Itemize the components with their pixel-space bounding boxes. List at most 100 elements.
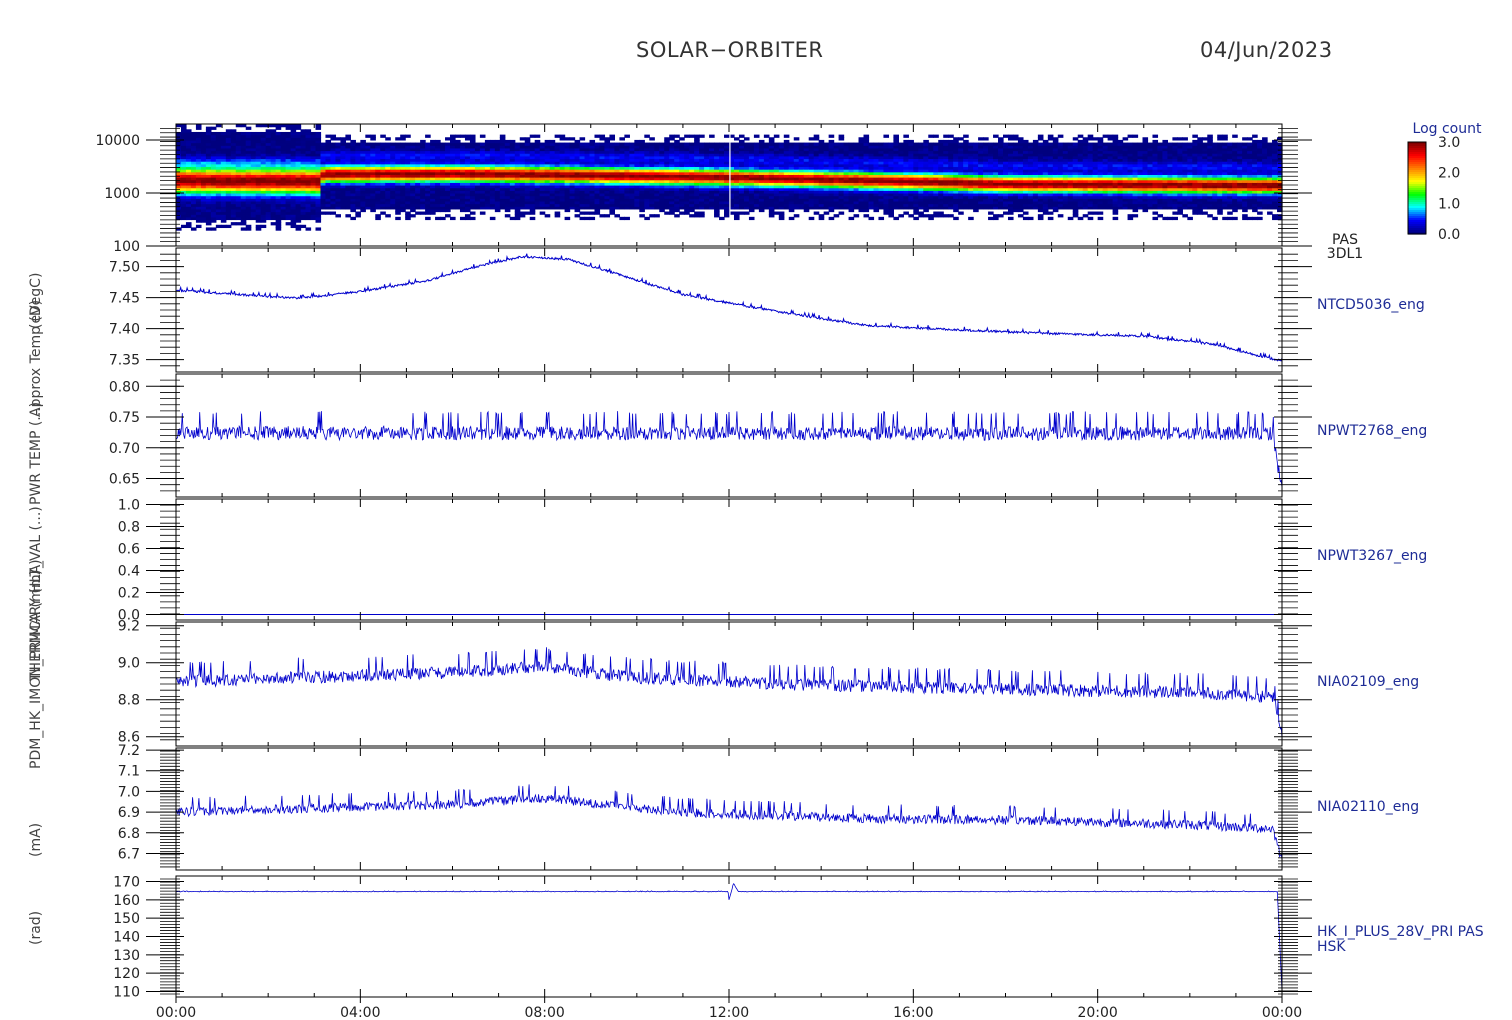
spectrogram-cell: [898, 214, 904, 218]
spectrogram-cell: [509, 216, 516, 221]
spectrogram-cell: [445, 142, 451, 146]
spectrogram-cell: [325, 134, 332, 138]
spectrogram-cell: [405, 134, 411, 138]
spectrogram-cell: [619, 137, 625, 141]
spectrogram-cell: [1012, 142, 1019, 146]
spectrogram-cell: [335, 137, 341, 141]
spectrogram-cell: [579, 137, 586, 141]
spectrogram-cell: [509, 139, 516, 144]
spectrogram-cell: [838, 134, 845, 138]
spectrogram-cell: [544, 214, 551, 218]
spectrogram-cell: [978, 142, 984, 146]
spectrogram-cell: [674, 214, 680, 218]
spectrogram-cell: [564, 216, 571, 221]
spectrogram-cell: [773, 134, 780, 138]
spectrogram-cell: [225, 129, 232, 133]
spectrogram-cell: [205, 227, 212, 231]
spectrogram-cell: [325, 211, 332, 215]
spectrogram-cell: [709, 142, 715, 146]
spectrogram-cell: [679, 211, 685, 215]
spectrogram-cell: [519, 142, 526, 146]
spectrogram-cell: [504, 214, 511, 218]
spectrogram-cell: [549, 139, 556, 144]
spectrogram-cell: [445, 137, 451, 141]
spectrogram-cell: [694, 211, 700, 215]
spectrogram-cell: [569, 137, 576, 141]
spectrogram-cell: [773, 142, 780, 146]
spectrogram-cell: [738, 211, 745, 215]
spectrogram-cell: [464, 142, 471, 146]
spectrogram-cell: [679, 137, 685, 141]
spectrogram-cell: [589, 211, 596, 215]
spectrogram-cell: [554, 142, 561, 146]
spectrogram-cell: [435, 139, 441, 144]
spectrogram-cell: [893, 134, 899, 138]
spectrogram-cell: [988, 211, 994, 215]
spectrogram-cell: [190, 131, 197, 136]
spectrogram-cell: [609, 142, 616, 146]
spectrogram-cell: [390, 142, 396, 146]
spectrogram-cell: [908, 214, 914, 218]
spectrogram-cell: [569, 142, 576, 146]
spectrogram-cell: [644, 216, 650, 221]
spectrogram-cell: [355, 211, 361, 215]
spectrogram-cell: [624, 142, 630, 146]
spectrogram-cell: [838, 211, 845, 215]
spectrogram-cell: [250, 131, 257, 136]
spectrogram-cell: [913, 142, 919, 146]
spectrogram-cell: [743, 137, 750, 141]
spectrogram-cell: [584, 216, 591, 221]
spectrogram-cell: [639, 139, 645, 144]
spectrogram-cell: [315, 131, 322, 136]
spectrogram-cell: [534, 139, 541, 144]
spectrogram-cell: [589, 216, 596, 221]
spectrogram-cell: [873, 142, 880, 146]
spectrogram-cell: [345, 134, 351, 138]
spectrogram-cell: [823, 142, 830, 146]
spectrogram-cell: [564, 137, 571, 141]
spectrogram-cell: [998, 137, 1004, 141]
spectrogram-cell: [908, 139, 914, 144]
spectrogram-cell: [1032, 139, 1039, 144]
spectrogram-cell: [649, 142, 655, 146]
spectrogram-cell: [544, 139, 551, 144]
spectrogram-cell: [270, 222, 277, 226]
spectrogram-cell: [798, 142, 805, 146]
spectrogram-cell: [753, 142, 760, 146]
spectrogram-cell: [255, 131, 262, 136]
spectrogram-cell: [1007, 134, 1014, 138]
spectrogram-cell: [868, 142, 875, 146]
spectrogram-cell: [619, 142, 625, 146]
spectrogram-cell: [748, 216, 755, 221]
spectrogram-cell: [1027, 142, 1034, 146]
spectrogram-cell: [310, 131, 317, 136]
spectrogram-cell: [589, 139, 596, 144]
spectrogram-cell: [305, 227, 312, 231]
spectrogram-cell: [1022, 216, 1029, 221]
spectrogram-cell: [559, 134, 566, 138]
spectrogram-cell: [330, 134, 337, 138]
spectrogram-cell: [719, 142, 725, 146]
spectrogram-cell: [559, 142, 566, 146]
spectrogram-cell: [993, 214, 999, 218]
spectrogram-cell: [440, 216, 446, 221]
spectrogram-cell: [758, 139, 765, 144]
spectrogram-cell: [878, 216, 885, 221]
spectrogram-cell: [634, 139, 640, 144]
spectrogram-cell: [425, 134, 431, 138]
spectrogram-cell: [539, 142, 546, 146]
spectrogram-cell: [654, 142, 660, 146]
spectrogram-cell: [185, 222, 192, 226]
spectrogram-cell: [330, 142, 337, 146]
spectrogram-cell: [669, 142, 675, 146]
spectrogram-cell: [843, 142, 850, 146]
spectrogram-cell: [215, 131, 222, 136]
spectrogram-cell: [370, 142, 376, 146]
spectrogram-cell: [529, 216, 536, 221]
spectrogram-cell: [519, 211, 526, 215]
spectrogram-cell: [454, 134, 461, 138]
spectrogram-cell: [788, 142, 795, 146]
spectrogram-cell: [425, 142, 431, 146]
spectrogram-cell: [793, 137, 800, 141]
spectrogram-cell: [215, 224, 222, 229]
